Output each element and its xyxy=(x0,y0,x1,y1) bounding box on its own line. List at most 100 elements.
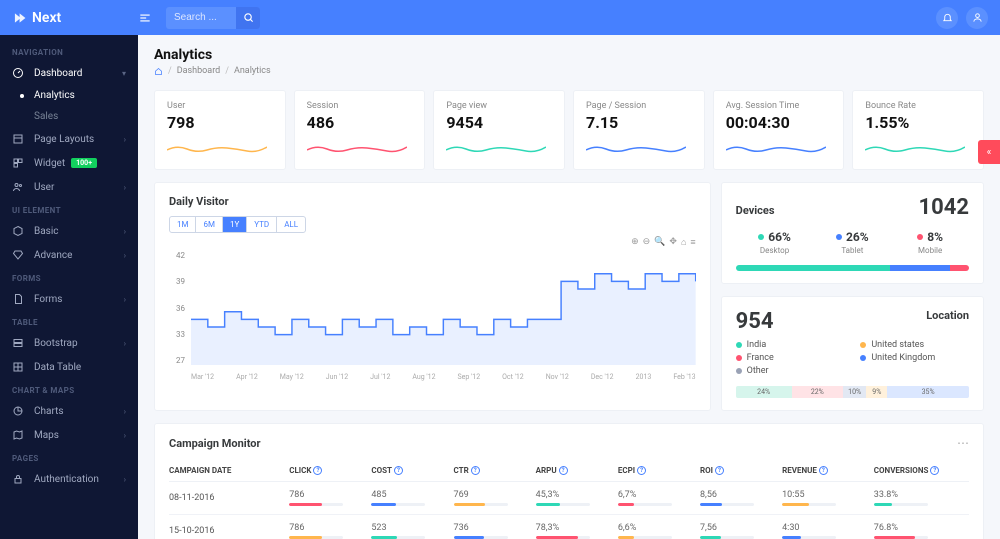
help-icon[interactable]: ? xyxy=(313,466,322,475)
stat-card: Avg. Session Time 00:04:30 xyxy=(713,90,845,170)
sidebar-toggle[interactable] xyxy=(138,11,152,25)
table-col[interactable]: ARPU ? xyxy=(536,466,612,475)
breadcrumb-current: Analytics xyxy=(234,66,271,76)
help-icon[interactable]: ? xyxy=(930,466,939,475)
sidebar-item-basic[interactable]: Basic› xyxy=(0,219,138,243)
range-6m[interactable]: 6M xyxy=(196,217,222,232)
zoom-out-icon[interactable]: ⊖ xyxy=(643,237,651,248)
breadcrumb-link[interactable]: Dashboard xyxy=(177,66,221,76)
home-icon[interactable]: ⌂ xyxy=(681,237,686,248)
menu-icon[interactable]: ≡ xyxy=(690,237,695,248)
range-1m[interactable]: 1M xyxy=(170,217,196,232)
card-title: Location xyxy=(926,309,969,322)
home-icon[interactable] xyxy=(154,67,163,76)
sidebar-item-advance[interactable]: Advance› xyxy=(0,243,138,267)
sidebar-item-label: Dashboard xyxy=(34,68,82,79)
stat-value: 7.15 xyxy=(586,113,692,132)
menu-icon xyxy=(138,11,152,25)
topbar: Next xyxy=(0,0,1000,35)
range-1y[interactable]: 1Y xyxy=(223,217,247,232)
sidebar-item-charts[interactable]: Charts› xyxy=(0,399,138,423)
stat-value: 798 xyxy=(167,113,273,132)
sidebar-heading: NAVIGATION xyxy=(0,41,138,61)
sidebar: NAVIGATION Dashboard ▾ Analytics Sales P… xyxy=(0,35,138,539)
stats-row: User 798 Session 486 Page view 9454 Page… xyxy=(154,90,984,170)
zoom-reset-icon[interactable]: ⊕ xyxy=(631,237,639,248)
help-icon[interactable]: ? xyxy=(394,466,403,475)
cell: 10:55 xyxy=(782,490,868,506)
help-icon[interactable]: ? xyxy=(819,466,828,475)
dashboard-icon xyxy=(12,67,24,79)
help-icon[interactable]: ? xyxy=(637,466,646,475)
file-icon xyxy=(12,293,24,305)
table-col[interactable]: CTR ? xyxy=(454,466,530,475)
brand[interactable]: Next xyxy=(12,10,138,26)
settings-side-tab[interactable]: « xyxy=(978,140,1000,164)
legend-item: France xyxy=(736,353,845,363)
map-icon xyxy=(12,429,24,441)
help-icon[interactable]: ? xyxy=(471,466,480,475)
more-icon[interactable]: ⋯ xyxy=(957,436,969,450)
devices-total: 1042 xyxy=(919,195,970,220)
stat-label: Avg. Session Time xyxy=(726,101,832,111)
device-item: 8%Mobile xyxy=(891,230,969,255)
cell: 485 xyxy=(371,490,447,506)
range-all[interactable]: ALL xyxy=(277,217,305,232)
table-col[interactable]: ECPI ? xyxy=(618,466,694,475)
cell: 33.8% xyxy=(874,490,969,506)
help-icon[interactable]: ? xyxy=(715,466,724,475)
cell-date: 15-10-2016 xyxy=(169,526,283,536)
table-col[interactable]: REVENUE ? xyxy=(782,466,868,475)
sidebar-item-maps[interactable]: Maps› xyxy=(0,423,138,447)
sidebar-item-user[interactable]: User› xyxy=(0,175,138,199)
sidebar-item-page-layouts[interactable]: Page Layouts› xyxy=(0,127,138,151)
device-item: 26%Tablet xyxy=(813,230,891,255)
sidebar-sub-analytics[interactable]: Analytics xyxy=(34,85,138,106)
sidebar-item-widget[interactable]: Widget100+ xyxy=(0,151,138,175)
range-ytd[interactable]: YTD xyxy=(247,217,277,232)
sidebar-heading: TABLE xyxy=(0,311,138,331)
cell: 76.8% xyxy=(874,523,969,539)
profile-button[interactable] xyxy=(966,7,988,29)
table-row: 08-11-201678648576945,3%6,7%8,5610:5533.… xyxy=(169,482,969,515)
chevron-right-icon: › xyxy=(124,183,126,192)
notifications-button[interactable] xyxy=(936,7,958,29)
cell: 4:30 xyxy=(782,523,868,539)
location-card: 954 Location IndiaUnited statesFranceUni… xyxy=(721,296,984,411)
box-icon xyxy=(12,225,24,237)
legend-item: Other xyxy=(736,366,845,376)
table-col[interactable]: ROI ? xyxy=(700,466,776,475)
sidebar-heading: CHART & MAPS xyxy=(0,379,138,399)
table-col[interactable]: CONVERSIONS ? xyxy=(874,466,969,475)
zoom-icon[interactable]: 🔍 xyxy=(654,237,665,248)
search-button[interactable] xyxy=(236,7,260,29)
chevron-right-icon: › xyxy=(124,135,126,144)
card-title: Devices xyxy=(736,204,775,217)
sidebar-item-dashboard[interactable]: Dashboard ▾ xyxy=(0,61,138,85)
plot-area[interactable] xyxy=(191,251,696,365)
chevron-right-icon: › xyxy=(124,339,126,348)
help-icon[interactable]: ? xyxy=(559,466,568,475)
widget-badge: 100+ xyxy=(71,158,97,168)
topbar-right xyxy=(936,7,988,29)
table-col[interactable]: COST ? xyxy=(371,466,447,475)
cell: 45,3% xyxy=(536,490,612,506)
widget-icon xyxy=(12,157,24,169)
sidebar-item-data-table[interactable]: Data Table xyxy=(0,355,138,379)
table-col[interactable]: CAMPAIGN DATE xyxy=(169,466,283,475)
sidebar-item-authentication[interactable]: Authentication› xyxy=(0,467,138,491)
legend-item: India xyxy=(736,340,845,350)
devices-bar xyxy=(736,265,969,271)
devices-row: 66%Desktop26%Tablet8%Mobile xyxy=(736,230,969,255)
search-input[interactable] xyxy=(166,12,236,23)
legend-item: United Kingdom xyxy=(860,353,969,363)
main-content: Analytics / Dashboard / Analytics User 7… xyxy=(138,35,1000,539)
stat-card: Bounce Rate 1.55% xyxy=(852,90,984,170)
sidebar-item-bootstrap[interactable]: Bootstrap› xyxy=(0,331,138,355)
campaign-table: CAMPAIGN DATE CLICK ? COST ? CTR ? ARPU ? ECP… xyxy=(169,460,969,539)
sidebar-sub-sales[interactable]: Sales xyxy=(34,106,138,127)
pan-icon[interactable]: ✥ xyxy=(669,237,677,248)
table-col[interactable]: CLICK ? xyxy=(289,466,365,475)
sidebar-item-forms[interactable]: Forms› xyxy=(0,287,138,311)
lock-icon xyxy=(12,473,24,485)
